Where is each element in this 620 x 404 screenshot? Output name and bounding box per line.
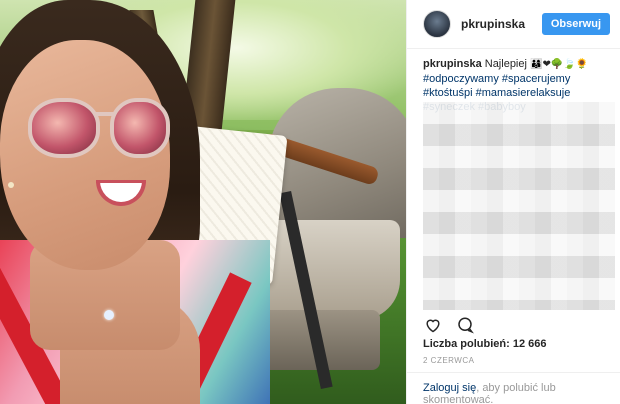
sunglasses-lens bbox=[110, 98, 170, 158]
post-photo bbox=[0, 0, 406, 404]
login-link[interactable]: Zaloguj się bbox=[423, 382, 476, 394]
post-date[interactable]: 2 CZERWCA bbox=[423, 356, 474, 365]
blurred-comments bbox=[423, 102, 615, 310]
heart-icon[interactable] bbox=[423, 315, 443, 335]
instagram-post: pkrupinska Obserwuj pkrupinska Najlepiej… bbox=[0, 0, 620, 404]
avatar[interactable] bbox=[423, 10, 451, 38]
like-count: Liczba polubień: 12 666 bbox=[423, 338, 547, 350]
sunglasses-lens bbox=[28, 98, 100, 158]
caption-text: Najlepiej bbox=[484, 58, 527, 70]
post-footer: Zaloguj się, aby polubić lub skomentować… bbox=[407, 372, 620, 404]
username-link[interactable]: pkrupinska bbox=[461, 17, 542, 31]
post-side-panel: pkrupinska Obserwuj pkrupinska Najlepiej… bbox=[406, 0, 620, 404]
post-header: pkrupinska Obserwuj bbox=[407, 0, 620, 49]
follow-button[interactable]: Obserwuj bbox=[541, 13, 610, 35]
caption-emojis: 👨‍👩‍👦❤🌳🍃🌻 bbox=[530, 59, 589, 70]
caption-username[interactable]: pkrupinska bbox=[423, 58, 482, 70]
necklace bbox=[104, 310, 114, 320]
earring bbox=[8, 182, 14, 188]
post-actions bbox=[423, 315, 475, 335]
comment-icon[interactable] bbox=[455, 315, 475, 335]
